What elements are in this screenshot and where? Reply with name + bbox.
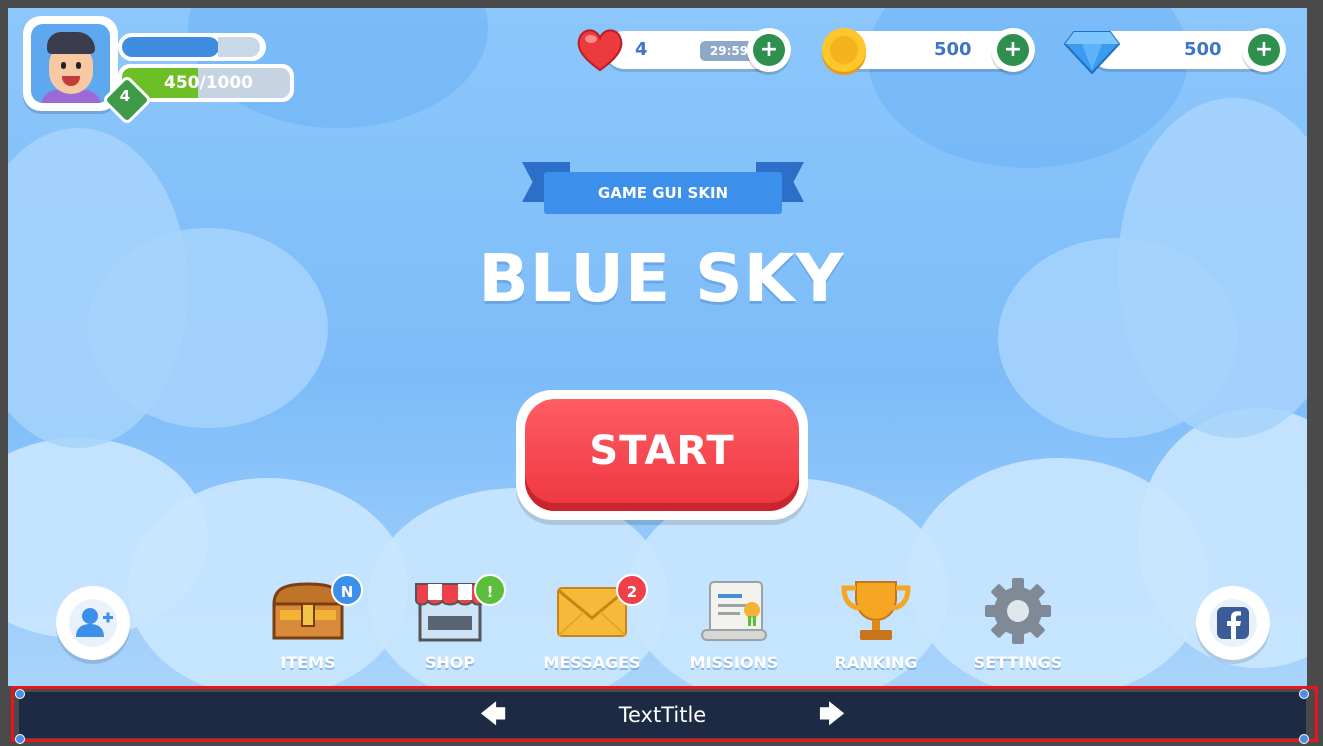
resize-handle[interactable]	[1299, 734, 1309, 744]
menu-item-settings[interactable]: SETTINGS	[958, 570, 1078, 680]
menu-item-messages[interactable]: 2 MESSAGES	[532, 570, 652, 680]
add-friend-button[interactable]	[56, 586, 130, 660]
menu-label: ITEMS	[280, 653, 336, 672]
add-coins-button[interactable]: +	[991, 28, 1035, 72]
level-text: 4	[119, 87, 131, 105]
add-lives-button[interactable]: +	[747, 28, 791, 72]
gear-icon	[980, 576, 1056, 646]
plus-icon: +	[997, 34, 1029, 66]
menu-item-missions[interactable]: MISSIONS	[674, 570, 794, 680]
level-badge: 4	[101, 74, 153, 126]
add-gems-button[interactable]: +	[1242, 28, 1286, 72]
game-title: BLUE SKY	[478, 240, 845, 317]
heart-icon	[576, 26, 624, 72]
plus-icon: +	[1248, 34, 1280, 66]
title-ribbon: GAME GUI SKIN	[522, 162, 804, 214]
items-badge: N	[331, 574, 363, 606]
menu-item-items[interactable]: N ITEMS	[248, 570, 368, 680]
xp-bar-track: 450/1000	[122, 68, 290, 98]
coin-icon	[820, 26, 868, 76]
start-button-label: START	[589, 428, 735, 474]
facebook-button[interactable]	[1196, 586, 1270, 660]
gems-value: 500	[1184, 39, 1222, 60]
scroll-icon	[696, 576, 772, 646]
lives-value: 4	[635, 39, 648, 60]
menu-label: SHOP	[424, 653, 476, 672]
menu-item-shop[interactable]: ! SHOP	[390, 570, 510, 680]
menu-label: RANKING	[834, 653, 918, 672]
right-arrow-button[interactable]: 🡆	[817, 692, 847, 738]
resize-handle[interactable]	[1299, 689, 1309, 699]
add-friend-icon	[69, 599, 117, 647]
resize-handle[interactable]	[15, 734, 25, 744]
start-button[interactable]: START	[516, 390, 808, 520]
menu-label: MISSIONS	[689, 653, 779, 672]
ribbon-text: GAME GUI SKIN	[544, 172, 782, 214]
menu-item-ranking[interactable]: RANKING	[816, 570, 936, 680]
game-scene	[8, 8, 1307, 686]
bottom-bar-title: TextTitle	[618, 703, 707, 727]
facebook-icon	[1209, 599, 1257, 647]
coins-value: 500	[934, 39, 972, 60]
menu-label: SETTINGS	[973, 653, 1063, 672]
trophy-icon	[838, 576, 914, 646]
messages-badge: 2	[616, 574, 648, 606]
diamond-icon	[1063, 30, 1121, 75]
menu-label: MESSAGES	[543, 653, 641, 672]
resize-handle[interactable]	[15, 689, 25, 699]
avatar[interactable]	[31, 24, 110, 103]
xp-text: 450/1000	[164, 73, 254, 93]
energy-bar-fill	[122, 37, 219, 57]
shop-badge: !	[474, 574, 506, 606]
energy-bar	[118, 33, 266, 61]
plus-icon: +	[753, 34, 785, 66]
bottom-bar: 🡄 TextTitle 🡆	[19, 692, 1306, 738]
energy-bar-track	[218, 37, 260, 57]
